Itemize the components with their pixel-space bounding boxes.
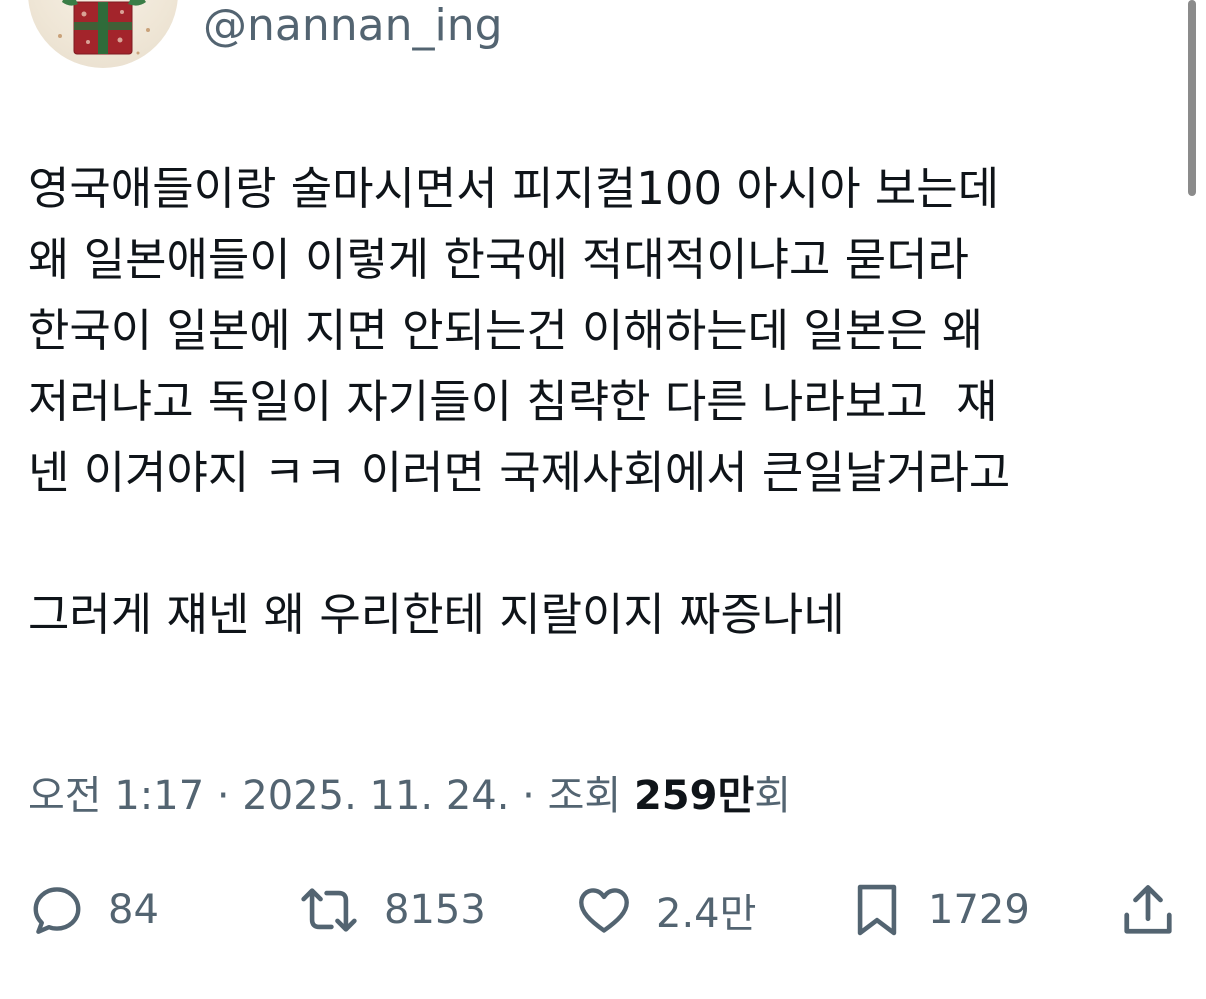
views-count: 259만 [633,773,755,819]
tweet-meta: 오전 1:17 · 2025. 11. 24. · 조회 259만회 [28,770,791,822]
avatar[interactable] [28,0,178,68]
reply-icon [33,887,81,934]
tweet-text: 영국애들이랑 술마시면서 피지컬100 아시아 보는데 왜 일본애들이 이렇게 … [28,153,1188,650]
repost-icon [301,888,357,932]
bookmark-icon [857,884,897,936]
share-button[interactable] [1118,878,1178,942]
bookmark-count: 1729 [928,887,1030,933]
bookmark-button[interactable]: 1729 [848,878,1030,942]
scrollbar[interactable] [1188,0,1196,196]
tweet-time[interactable]: 오전 1:17 [28,773,204,819]
meta-separator: · [509,773,548,819]
tweet-line: 그러게 쟤넨 왜 우리한테 지랄이지 짜증나네 [28,588,845,641]
tweet-line: 넨 이겨야지 ㅋㅋ 이러면 국제사회에서 큰일날거라고 [28,446,1011,499]
meta-separator: · [204,773,243,819]
share-icon [1124,885,1172,934]
tweet-line: 왜 일본애들이 이렇게 한국에 적대적이냐고 묻더라 [28,233,969,286]
tweet-line: 저러냐고 독일이 자기들이 침략한 다른 나라보고 쟤 [28,375,998,428]
repost-count: 8153 [384,887,486,933]
repost-button[interactable]: 8153 [296,878,486,942]
tweet-line: 한국이 일본에 지면 안되는건 이해하는데 일본은 왜 [28,304,984,357]
reply-button[interactable]: 84 [28,878,159,942]
views-label: 조회 [547,773,634,819]
like-count: 2.4만 [656,891,757,937]
reply-count: 84 [108,887,159,933]
views-suffix: 회 [754,773,792,819]
tweet-date[interactable]: 2025. 11. 24. [242,773,509,819]
heart-icon [579,888,629,933]
like-button[interactable]: 2.4만 [574,878,756,942]
gift-box-avatar-icon [58,0,150,55]
user-handle[interactable]: @nannan_ing [203,0,503,52]
tweet-line: 영국애들이랑 술마시면서 피지컬100 아시아 보는데 [28,162,1000,215]
